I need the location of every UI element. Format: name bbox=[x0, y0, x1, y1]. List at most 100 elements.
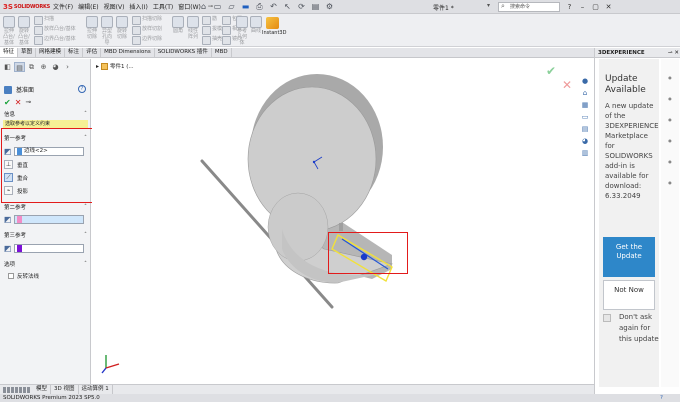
tab-model[interactable]: 模型 bbox=[33, 385, 52, 394]
close-icon[interactable]: ✕ bbox=[603, 1, 614, 13]
print-icon[interactable]: ⎙ bbox=[254, 1, 265, 12]
tab-scroll-arrows[interactable] bbox=[3, 386, 31, 393]
not-now-button[interactable]: Not Now bbox=[603, 280, 655, 310]
dimxpert-icon[interactable]: ⊕ bbox=[38, 62, 49, 72]
linear-pattern-button[interactable]: 线性阵列 bbox=[187, 16, 199, 40]
3dexperience-pane-header: 3DEXPERIENCE ⊸ ✕ bbox=[595, 48, 680, 58]
solidworks-logo[interactable]: 3S SOLIDWORKS bbox=[3, 2, 50, 11]
reference-geometry-button[interactable]: 参考几何体 bbox=[236, 16, 248, 46]
swept-cut-button[interactable]: 扫描切除 bbox=[132, 16, 162, 25]
shell-button[interactable]: 抽壳 bbox=[202, 36, 222, 45]
second-reference-field[interactable] bbox=[14, 215, 84, 224]
tab-mbd-dimensions[interactable]: MBD Dimensions bbox=[101, 48, 155, 57]
file-properties-icon[interactable]: ▤ bbox=[310, 1, 321, 12]
help-icon[interactable]: ? bbox=[564, 1, 575, 13]
fillet-icon bbox=[172, 16, 184, 28]
feature-manager-icon[interactable]: ◧ bbox=[2, 62, 13, 72]
view-palette-icon[interactable]: ▤ bbox=[580, 124, 590, 134]
design-library-icon[interactable]: ▦ bbox=[580, 100, 590, 110]
command-manager-tabs: 特征 草图 网格建模 标注 评估 MBD Dimensions SOLIDWOR… bbox=[0, 48, 600, 58]
dont-ask-checkbox[interactable]: Don't ask again for this update bbox=[603, 312, 659, 345]
ds-logo-icon: 3S bbox=[3, 2, 13, 11]
rebuild-icon[interactable]: ⟳ bbox=[296, 1, 307, 12]
select-icon[interactable]: ↖ bbox=[282, 1, 293, 12]
pushpin-icon[interactable]: ⊸ bbox=[25, 98, 31, 107]
tab-features[interactable]: 特征 bbox=[0, 48, 19, 57]
lofted-cut-button[interactable]: 放样切割 bbox=[132, 26, 162, 35]
more-tabs-icon[interactable]: › bbox=[62, 62, 73, 72]
menu-insert[interactable]: 插入(I) bbox=[129, 2, 147, 11]
instant3d-icon[interactable] bbox=[266, 17, 279, 29]
appearances-icon[interactable]: ◕ bbox=[580, 136, 590, 146]
3dexperience-icon[interactable]: ⌂ bbox=[580, 88, 590, 98]
pane-scroll-dots[interactable]: ● ● ● ● ● ● bbox=[661, 59, 679, 387]
tab-3d-views[interactable]: 3D 视图 bbox=[51, 385, 79, 394]
new-document-icon[interactable]: ▭ bbox=[212, 1, 223, 12]
tab-evaluate[interactable]: 评估 bbox=[83, 48, 102, 57]
extrude-cut-button[interactable]: 拉伸切除 bbox=[86, 16, 98, 40]
search-commands-input[interactable]: ⌕ 搜索命令 bbox=[498, 2, 560, 12]
tab-mbd[interactable]: MBD bbox=[212, 48, 232, 57]
menu-edit[interactable]: 编辑(E) bbox=[78, 2, 98, 11]
curves-button[interactable]: 曲线 bbox=[250, 16, 262, 34]
update-card: Update Available A new update of the 3DE… bbox=[599, 59, 659, 387]
configuration-manager-icon[interactable]: ⧉ bbox=[26, 62, 37, 72]
draft-button[interactable]: 拔模 bbox=[202, 26, 222, 35]
home-icon[interactable]: ⌂ bbox=[198, 1, 209, 12]
ok-button[interactable]: ✔ bbox=[4, 98, 11, 107]
pane-pin-icon[interactable]: ⊸ ✕ bbox=[668, 48, 679, 57]
lofted-cut-icon bbox=[132, 26, 141, 35]
revolve-boss-button[interactable]: 旋转凸台/基体 bbox=[18, 16, 30, 46]
property-manager: ◧ ▤ ⧉ ⊕ ◕ › 基准面 ? ✔ ✕ ⊸ 信息 ˆ 选取参考以定义约束 第… bbox=[0, 59, 99, 385]
confirm-cancel-icon[interactable]: ✕ bbox=[562, 78, 572, 92]
boundary-boss-button[interactable]: 边界凸台/基体 bbox=[34, 36, 76, 45]
cancel-button[interactable]: ✕ bbox=[15, 98, 22, 107]
save-icon[interactable]: ▬ bbox=[240, 1, 251, 12]
boundary-cut-button[interactable]: 边界切除 bbox=[132, 36, 162, 45]
menu-view[interactable]: 视图(V) bbox=[104, 2, 125, 11]
instant3d-label[interactable]: Instant3D bbox=[262, 30, 286, 36]
open-icon[interactable]: ▱ bbox=[226, 1, 237, 12]
edge-highlight-box bbox=[328, 232, 408, 274]
custom-properties-icon[interactable]: ▥ bbox=[580, 148, 590, 158]
dot-icon: ● bbox=[668, 138, 672, 143]
tab-motion-study[interactable]: 运动算例 1 bbox=[79, 385, 113, 394]
tab-solidworks-addins[interactable]: SOLIDWORKS 插件 bbox=[155, 48, 212, 57]
section-third-reference[interactable]: 第三参考 ˆ bbox=[2, 232, 89, 240]
section-options[interactable]: 选项 ˆ bbox=[2, 261, 89, 269]
menu-bar: 文件(F) 编辑(E) 视图(V) 插入(I) 工具(T) 窗口(W) bbox=[53, 2, 206, 11]
status-help-icon[interactable]: ? bbox=[660, 394, 663, 402]
third-reference-field[interactable] bbox=[14, 244, 84, 253]
display-manager-icon[interactable]: ◕ bbox=[50, 62, 61, 72]
window-controls: ? – ▢ ✕ bbox=[564, 1, 616, 13]
menu-file[interactable]: 文件(F) bbox=[53, 2, 73, 11]
section-second-reference[interactable]: 第二参考 ˆ bbox=[2, 204, 89, 212]
maximize-icon[interactable]: ▢ bbox=[590, 1, 601, 13]
sweep-button[interactable]: 扫描 bbox=[34, 16, 54, 25]
loft-button[interactable]: 放样凸台/基体 bbox=[34, 26, 76, 35]
section-info[interactable]: 信息 ˆ bbox=[2, 111, 89, 119]
dot-icon: ● bbox=[668, 75, 672, 80]
property-manager-icon[interactable]: ▤ bbox=[14, 62, 25, 72]
get-update-button[interactable]: Get the Update bbox=[603, 237, 655, 277]
help-icon[interactable]: ? bbox=[78, 85, 86, 93]
undo-icon[interactable]: ↶ bbox=[268, 1, 279, 12]
search-scope-dropdown[interactable]: ▾ bbox=[487, 2, 490, 9]
dot-icon: ● bbox=[668, 180, 672, 185]
confirm-ok-icon[interactable]: ✔ bbox=[546, 64, 556, 78]
fillet-button[interactable]: 圆角 bbox=[172, 16, 184, 34]
hole-wizard-button[interactable]: 异型孔向导 bbox=[101, 16, 113, 46]
tab-mesh-modeling[interactable]: 网格建模 bbox=[36, 48, 66, 57]
extrude-boss-button[interactable]: 拉伸凸台/基体 bbox=[3, 16, 15, 46]
flip-normal-checkbox[interactable]: 反转法线 bbox=[4, 272, 39, 280]
revolve-cut-button[interactable]: 旋转切除 bbox=[116, 16, 128, 40]
rib-button[interactable]: 筋 bbox=[202, 16, 217, 25]
options-gear-icon[interactable]: ⚙ bbox=[324, 1, 335, 12]
menu-tools[interactable]: 工具(T) bbox=[153, 2, 173, 11]
minimize-icon[interactable]: – bbox=[577, 1, 588, 13]
tab-sketch[interactable]: 草图 bbox=[18, 48, 37, 57]
graphics-area[interactable]: ▸ 零件1 (... ✔ ✕ bbox=[92, 59, 594, 385]
file-explorer-icon[interactable]: ▭ bbox=[580, 112, 590, 122]
tab-markup[interactable]: 标注 bbox=[65, 48, 84, 57]
solidworks-resources-icon[interactable]: ● bbox=[580, 76, 590, 86]
